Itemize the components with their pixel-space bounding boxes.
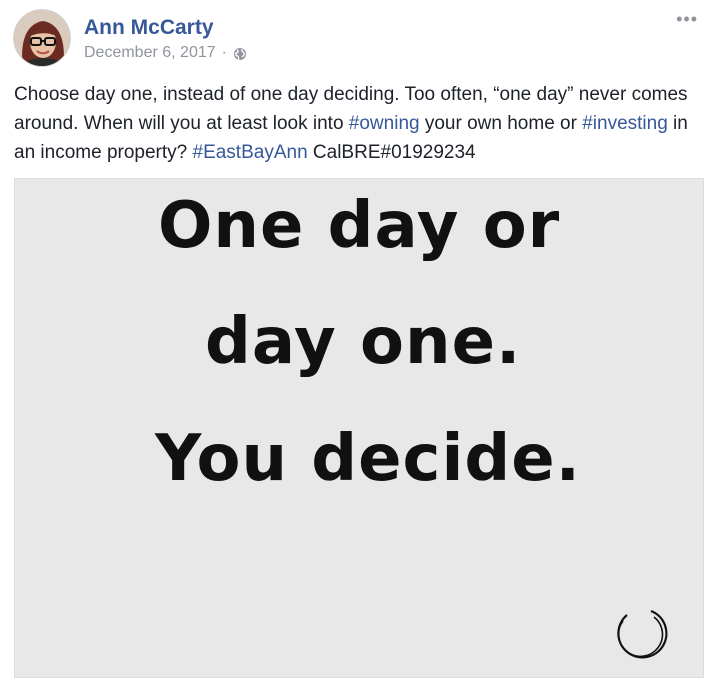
avatar-image (14, 10, 70, 66)
globe-icon[interactable] (233, 47, 247, 61)
quote-line-1: One day or (158, 189, 561, 263)
post-date[interactable]: December 6, 2017 (84, 44, 216, 62)
post-text: Choose day one, instead of one day decid… (14, 80, 699, 167)
hashtag-eastbayann[interactable]: #EastBayAnn (193, 142, 308, 163)
meta-separator: · (221, 44, 227, 61)
quote-line-2: day one. (205, 305, 522, 379)
post-text-part: CalBRE#01929234 (307, 142, 476, 163)
hashtag-owning[interactable]: #owning (349, 113, 420, 134)
facebook-post: Ann McCarty December 6, 2017 · ••• Choos… (0, 0, 710, 684)
post-header: Ann McCarty December 6, 2017 · ••• (13, 9, 703, 69)
author-name[interactable]: Ann McCarty (84, 16, 214, 40)
hashtag-investing[interactable]: #investing (582, 113, 668, 134)
quote-line-3: You decide. (155, 422, 581, 496)
circle-logo-icon (611, 603, 671, 663)
post-text-part: your own home or (419, 113, 583, 134)
post-image[interactable]: One day or day one. You decide. (14, 178, 704, 678)
post-meta: December 6, 2017 · (84, 44, 247, 62)
author-avatar[interactable] (13, 9, 71, 67)
more-options-icon[interactable]: ••• (676, 10, 698, 28)
